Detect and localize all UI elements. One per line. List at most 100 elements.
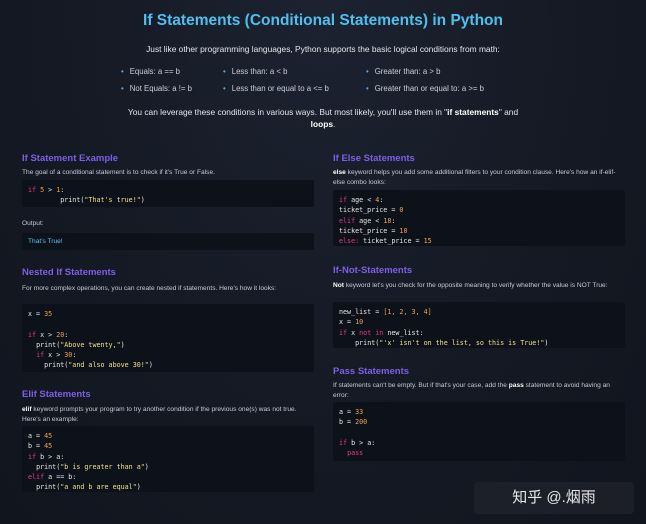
condition-item: • Not Equals: a != b xyxy=(121,84,192,93)
code-token: "'x' isn't on the list, so this is True!… xyxy=(379,338,545,347)
condition-item: • Greater than or equal to: a >= b xyxy=(366,84,484,93)
code-token: 10 xyxy=(399,226,408,235)
elif-desc-text: keyword prompts your program to try anot… xyxy=(22,406,297,423)
code-token: if xyxy=(339,438,348,447)
intro-text: Just like other programming languages, P… xyxy=(146,44,500,54)
output-label: Output: xyxy=(22,220,44,227)
pass-desc: If statements can't be empty. But if tha… xyxy=(333,381,623,400)
code-block-if-not: new_list = [1, 2, 3, 4] x = 10 if x not … xyxy=(333,302,625,348)
pass-desc-text: If statements can't be empty. But if tha… xyxy=(333,382,509,389)
code-token: if xyxy=(28,330,37,339)
code-token: 45 xyxy=(44,432,53,440)
elif-desc: elif keyword prompts your program to try… xyxy=(22,405,312,424)
code-token: elif xyxy=(28,473,45,482)
code-token: 30 xyxy=(64,351,73,360)
leverage-bold-loops: loops xyxy=(310,119,333,129)
code-token: "b is greater than a" xyxy=(60,462,145,471)
leverage-part: You can leverage these conditions in var… xyxy=(127,107,448,117)
bullet-icon: • xyxy=(121,84,124,93)
leverage-part: " and xyxy=(498,107,519,117)
code-token: if xyxy=(28,186,37,194)
condition-item: • Equals: a == b xyxy=(121,67,180,76)
code-token: if xyxy=(28,452,37,461)
heading-if-not: If-Not-Statements xyxy=(333,265,413,276)
page-title: If Statements (Conditional Statements) i… xyxy=(143,12,503,29)
code-token: if xyxy=(36,351,45,360)
code-token: x xyxy=(48,351,53,360)
leverage-part: . xyxy=(333,119,336,129)
code-token: age xyxy=(359,216,372,225)
code-token: 10 xyxy=(355,318,364,327)
code-token: if xyxy=(339,196,348,204)
bullet-icon: • xyxy=(223,67,226,76)
code-token: 5 xyxy=(40,186,45,194)
code-token: "Above twenty," xyxy=(60,340,121,349)
code-token: print xyxy=(36,462,57,471)
code-token: elif xyxy=(339,216,356,225)
condition-label: Less than: a < b xyxy=(231,67,288,76)
condition-item: • Less than or equal to a <= b xyxy=(223,84,329,93)
code-token: 33 xyxy=(355,408,364,416)
leverage-text: You can leverage these conditions in var… xyxy=(120,106,526,130)
code-block-if-else: if age < 4: ticket_price = 0 elif age < … xyxy=(333,190,625,246)
not-keyword: Not xyxy=(333,282,344,289)
code-token: 15 xyxy=(423,237,432,246)
pass-keyword: pass xyxy=(508,382,524,389)
condition-item: • Greater than: a > b xyxy=(366,67,440,76)
code-token: "a and b are equal" xyxy=(60,483,137,492)
condition-label: Greater than: a > b xyxy=(374,67,441,76)
code-token: pass xyxy=(347,449,364,458)
bullet-icon: • xyxy=(366,84,369,93)
code-token: [1, 2, 3, 4] xyxy=(383,308,432,316)
code-token: print xyxy=(60,196,81,205)
heading-if-else: If Else Statements xyxy=(333,153,415,164)
condition-label: Less than or equal to a <= b xyxy=(231,84,329,93)
code-block-elif: a = 45 b = 45 if b > a: print("b is grea… xyxy=(22,426,314,492)
code-token: ticket_price xyxy=(339,206,388,215)
watermark: 知乎 @.烟雨 xyxy=(474,482,634,514)
code-token: 18 xyxy=(383,216,392,225)
bullet-icon: • xyxy=(366,67,369,76)
ifnot-desc: Not keyword let's you check for the oppo… xyxy=(333,281,623,291)
code-token: not xyxy=(359,328,372,337)
code-token: 0 xyxy=(399,206,404,215)
ifelse-desc-text: keyword helps you add some additional fi… xyxy=(333,169,616,186)
code-token: print xyxy=(36,483,57,492)
heading-elif: Elif Statements xyxy=(22,389,91,400)
heading-pass: Pass Statements xyxy=(333,366,410,377)
elif-keyword: elif xyxy=(22,406,32,413)
code-block-if-example: if 5 > 1: print("That's true!") xyxy=(22,180,314,207)
code-token: 20 xyxy=(56,330,65,339)
code-token: 45 xyxy=(44,442,53,451)
code-token: x xyxy=(40,330,45,339)
condition-label: Not Equals: a != b xyxy=(129,84,192,93)
bullet-icon: • xyxy=(223,84,226,93)
code-token: "and also above 30!" xyxy=(68,361,149,370)
code-token: 35 xyxy=(44,310,53,318)
code-token: ticket_price xyxy=(339,226,388,235)
code-token: ticket_price xyxy=(363,237,412,246)
nested-desc: For more complex operations, you can cre… xyxy=(22,285,277,292)
else-keyword: else xyxy=(333,169,346,176)
code-token: new_list xyxy=(339,308,372,316)
if-example-desc: The goal of a conditional statement is t… xyxy=(22,169,215,176)
code-token: 4 xyxy=(375,196,380,204)
heading-if-statement-example: If Statement Example xyxy=(22,153,119,164)
code-block-nested: x = 35 if x > 20: print("Above twenty,")… xyxy=(22,304,314,372)
code-token: if xyxy=(339,328,348,337)
code-token: in xyxy=(375,328,384,337)
code-token: age xyxy=(351,196,364,204)
ifelse-desc: else keyword helps you add some addition… xyxy=(333,168,623,187)
code-token: new_list xyxy=(387,328,420,337)
ifnot-desc-text: keyword let's you check for the opposite… xyxy=(344,282,608,289)
code-token: print xyxy=(44,361,65,370)
leverage-bold-if: if statements xyxy=(447,107,499,117)
heading-nested-if: Nested If Statements xyxy=(22,267,116,278)
code-token: 1 xyxy=(56,186,61,194)
code-token: "That's true!" xyxy=(84,196,141,205)
code-block-pass: a = 33 b = 200 if b > a: pass xyxy=(333,402,625,461)
condition-item: • Less than: a < b xyxy=(223,67,287,76)
code-token: print xyxy=(355,338,376,347)
code-token: 200 xyxy=(355,418,368,427)
output-block: That's True! xyxy=(22,233,314,250)
